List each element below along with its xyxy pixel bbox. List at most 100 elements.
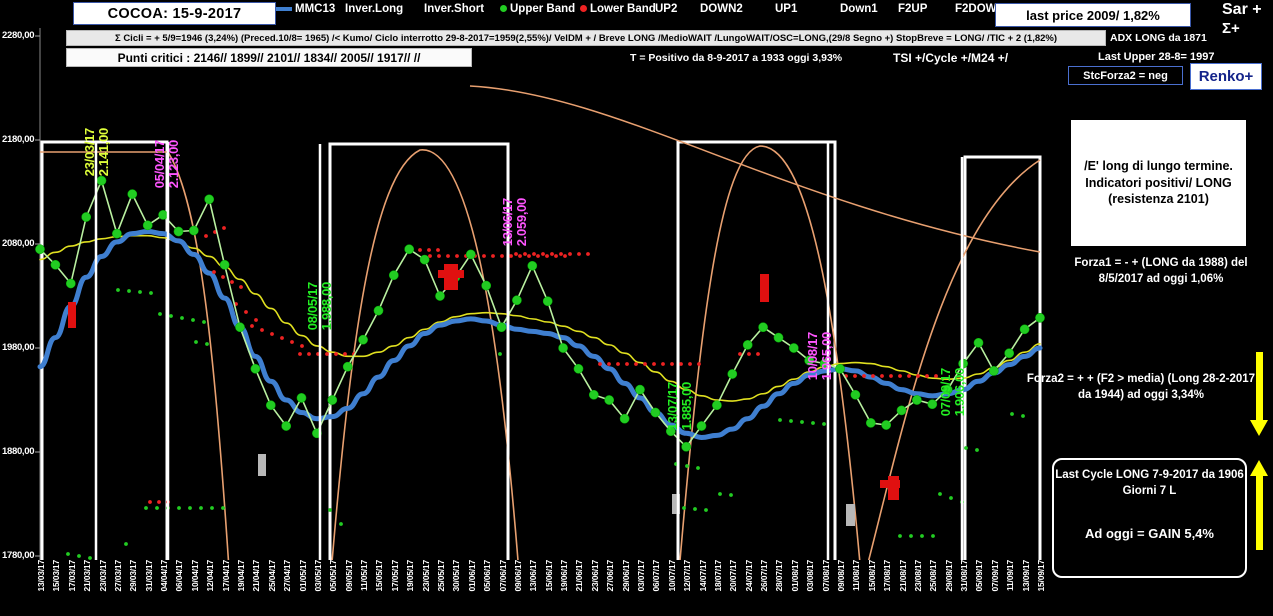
price-point[interactable] (988, 366, 999, 376)
price-point[interactable] (912, 395, 922, 405)
price-point[interactable] (927, 399, 938, 410)
price-point[interactable] (50, 259, 61, 270)
legend-item-mmc13[interactable]: MMC13 (270, 3, 335, 15)
lower-band-dot (437, 254, 441, 258)
price-point[interactable] (1004, 348, 1015, 359)
price-point[interactable] (496, 322, 507, 333)
price-point[interactable] (1019, 324, 1030, 335)
price-point[interactable] (865, 418, 876, 428)
x-axis-tick-label: 27/04/17 (282, 560, 293, 592)
legend-item-inver-short[interactable]: Inver.Short (424, 3, 484, 15)
price-point[interactable] (127, 189, 138, 199)
price-point[interactable] (419, 254, 430, 265)
price-point[interactable] (650, 407, 661, 418)
lower-band-dot (661, 362, 665, 366)
stc-forza2-label: StcForza2 = neg (1083, 69, 1168, 82)
x-axis-tick-label: 01/08/17 (789, 560, 800, 592)
lower-band-dot (509, 254, 513, 258)
price-point[interactable] (835, 363, 845, 374)
legend-item-f2up[interactable]: F2UP (898, 3, 927, 15)
price-point[interactable] (373, 305, 384, 316)
price-point[interactable] (758, 322, 768, 333)
price-point[interactable] (512, 295, 522, 306)
price-point[interactable] (281, 421, 292, 431)
price-point[interactable] (558, 343, 568, 353)
price-point[interactable] (219, 259, 230, 270)
price-point[interactable] (588, 389, 599, 400)
price-point[interactable] (465, 249, 476, 260)
price-point[interactable] (235, 322, 245, 333)
legend-item-up1[interactable]: UP1 (775, 3, 797, 15)
lower-band-dot (541, 252, 545, 256)
price-point[interactable] (404, 244, 415, 255)
price-point[interactable] (527, 260, 538, 271)
price-point[interactable] (388, 270, 399, 281)
resistance-curve (469, 85, 1041, 253)
forza2-text: Forza2 = + + (F2 > media) (Long 28-2-201… (1026, 373, 1256, 401)
price-point[interactable] (542, 296, 553, 307)
price-point[interactable] (881, 420, 892, 430)
upper-band-dot (693, 507, 697, 511)
legend-item-up2[interactable]: UP2 (655, 3, 677, 15)
price-point[interactable] (327, 395, 338, 405)
price-point[interactable] (573, 363, 584, 374)
price-chart-plot[interactable]: 2280,00 2180,00 2080,00 1980,00 1880,00 1780,… (0, 24, 1045, 588)
x-axis-tick-label: 21/03/17 (82, 560, 93, 592)
sar-label[interactable]: Sar + (1222, 1, 1262, 19)
lower-band-dot (455, 254, 459, 258)
price-point[interactable] (696, 421, 707, 431)
price-point[interactable] (619, 413, 630, 424)
price-point[interactable] (1035, 312, 1045, 323)
price-point[interactable] (142, 220, 153, 231)
stc-forza2-box[interactable]: StcForza2 = neg (1068, 66, 1183, 85)
price-line (39, 179, 1041, 448)
price-point[interactable] (204, 194, 215, 205)
price-point[interactable] (681, 441, 692, 452)
price-point[interactable] (973, 337, 984, 348)
sigma-label[interactable]: Σ+ (1222, 20, 1240, 37)
last-price-value: last price 2009/ 1,82% (1026, 7, 1160, 23)
upper-band-dot (729, 493, 733, 497)
renko-button[interactable]: Renko+ (1190, 63, 1262, 90)
price-point[interactable] (96, 175, 107, 186)
legend-item-upper-band[interactable]: Upper Band (500, 3, 575, 15)
price-point[interactable] (112, 228, 122, 239)
price-point[interactable] (188, 225, 199, 236)
price-point[interactable] (358, 334, 368, 345)
price-point[interactable] (250, 363, 261, 374)
price-point[interactable] (342, 361, 353, 372)
upper-band-dot (205, 342, 209, 346)
price-point[interactable] (481, 280, 492, 291)
x-axis-tick-label: 25/04/17 (266, 560, 277, 592)
price-point[interactable] (435, 291, 445, 301)
price-point[interactable] (158, 210, 168, 220)
price-point[interactable] (788, 343, 799, 353)
lower-band-dot (756, 352, 760, 356)
price-point[interactable] (635, 384, 645, 395)
upper-band-dot (66, 552, 70, 556)
price-point[interactable] (173, 226, 184, 237)
lower-band-dot (625, 362, 629, 366)
last-cycle-text: Last Cycle LONG 7-9-2017 da 1906 Giorni … (1055, 469, 1244, 497)
price-point[interactable] (896, 405, 907, 416)
price-point[interactable] (712, 400, 722, 411)
chart-canvas[interactable] (0, 24, 1045, 588)
price-point[interactable] (265, 400, 276, 411)
price-point[interactable] (773, 332, 784, 343)
forza1-text: Forza1 = - + (LONG da 1988) del 8/5/2017… (1074, 257, 1248, 285)
legend-item-down1[interactable]: Down1 (840, 3, 878, 15)
price-point[interactable] (727, 369, 738, 379)
price-point[interactable] (296, 393, 307, 403)
x-axis-tick-label: 03/05/17 (312, 560, 323, 592)
legend-item-down2[interactable]: DOWN2 (700, 3, 743, 15)
legend-item-lower-band[interactable]: Lower Band (580, 3, 656, 15)
price-point[interactable] (81, 212, 92, 222)
legend-item-inver-long[interactable]: Inver.Long (345, 3, 403, 15)
price-point[interactable] (35, 244, 45, 255)
price-point[interactable] (850, 389, 861, 400)
price-point[interactable] (742, 340, 753, 350)
price-point[interactable] (65, 278, 76, 289)
x-axis-tick-label: 23/08/17 (912, 560, 923, 592)
price-point[interactable] (604, 395, 615, 405)
inversion-box (40, 140, 169, 584)
